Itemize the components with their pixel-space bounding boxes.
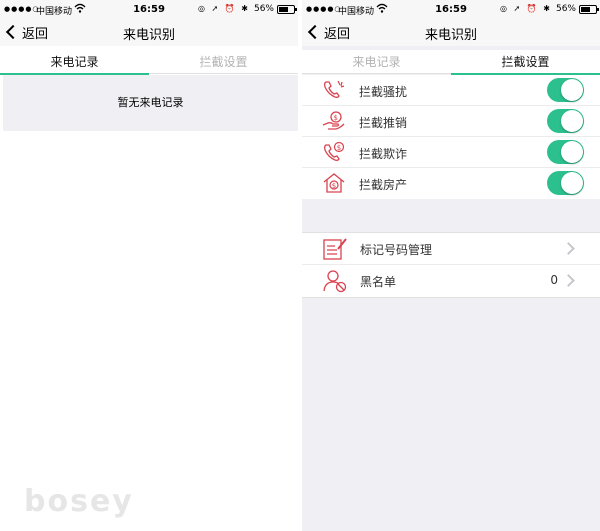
tab-label: 来电记录 [352, 55, 401, 69]
toggle-label: 拦截推销 [359, 116, 408, 130]
svg-text:$: $ [337, 144, 341, 152]
menu-label: 黑名单 [360, 275, 397, 289]
status-bar: ●●●●○ 中国移动 16:59 ◎ ➚ ⏰ ✱ 56% [302, 0, 600, 20]
blacklist-count: 0 [550, 273, 558, 287]
svg-text:$: $ [332, 182, 336, 190]
fraud-toggle-switch[interactable] [547, 140, 584, 164]
toggle-row-sales: $ 拦截推销 [302, 106, 600, 137]
battery-percent: 56% [253, 4, 274, 14]
tab-label: 拦截设置 [199, 55, 248, 69]
phone-harass-icon [322, 79, 346, 101]
status-bar: ●●●●○ 中国移动 16:59 ◎ ➚ ⏰ ✱ 56% [0, 0, 298, 20]
chevron-right-icon [562, 242, 575, 255]
watermark-logo: bosey [24, 484, 134, 519]
menu-label: 标记号码管理 [360, 243, 433, 257]
right-screen: ●●●●○ 中国移动 16:59 ◎ ➚ ⏰ ✱ 56% 返回 来电识别 来电记… [302, 0, 600, 531]
block-toggles-list: 拦截骚扰 $ 拦截推销 $ 拦截欺诈 $ 拦截房产 [302, 75, 600, 199]
svg-text:$: $ [334, 114, 338, 122]
left-screen: ●●●●○ 中国移动 16:59 ◎ ➚ ⏰ ✱ 56% 返回 来电识别 来电记… [0, 0, 298, 531]
tag-note-icon [322, 237, 348, 261]
toggle-label: 拦截房产 [359, 178, 408, 192]
tab-call-log[interactable]: 来电记录 [302, 50, 451, 74]
battery-icon [277, 5, 297, 14]
tab-bar: 来电记录 拦截设置 [302, 50, 600, 75]
status-icons: ◎ ➚ ⏰ ✱ [500, 4, 552, 13]
fraud-phone-icon: $ [322, 141, 346, 163]
tab-call-log[interactable]: 来电记录 [0, 50, 149, 75]
chevron-right-icon [562, 274, 575, 287]
toggle-row-harass: 拦截骚扰 [302, 75, 600, 106]
status-icons: ◎ ➚ ⏰ ✱ [198, 4, 250, 13]
empty-state-message: 暂无来电记录 [3, 75, 298, 131]
battery-icon [579, 5, 599, 14]
toggle-label: 拦截骚扰 [359, 85, 408, 99]
battery-percent: 56% [555, 4, 576, 14]
sales-hand-icon: $ [322, 110, 346, 132]
menu-item-tag-management[interactable]: 标记号码管理 [302, 233, 600, 265]
harass-toggle-switch[interactable] [547, 78, 584, 102]
sales-toggle-switch[interactable] [547, 109, 584, 133]
realestate-toggle-switch[interactable] [547, 171, 584, 195]
menu-item-blacklist[interactable]: 黑名单 0 [302, 265, 600, 297]
toggle-row-fraud: $ 拦截欺诈 [302, 137, 600, 168]
tab-block-settings[interactable]: 拦截设置 [451, 50, 600, 75]
house-icon: $ [322, 172, 346, 194]
tab-label: 来电记录 [50, 55, 99, 69]
page-title: 来电识别 [424, 28, 477, 43]
toggle-label: 拦截欺诈 [359, 147, 408, 161]
management-menu: 标记号码管理 黑名单 0 [302, 232, 600, 298]
nav-bar: 返回 来电识别 [302, 20, 600, 46]
blocked-user-icon [322, 269, 348, 293]
tab-label: 拦截设置 [501, 55, 550, 69]
toggle-row-realestate: $ 拦截房产 [302, 168, 600, 199]
tab-bar: 来电记录 拦截设置 [0, 50, 298, 75]
page-title: 来电识别 [122, 28, 175, 43]
tab-block-settings[interactable]: 拦截设置 [149, 50, 298, 74]
nav-bar: 返回 来电识别 [0, 20, 298, 46]
